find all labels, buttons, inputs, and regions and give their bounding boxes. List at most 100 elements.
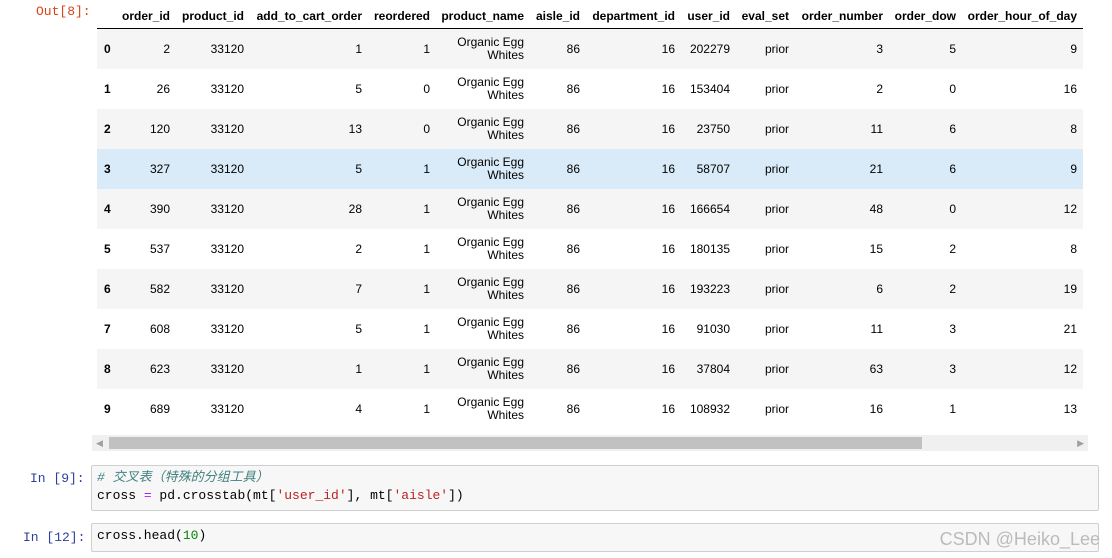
- table-row: 3 327 33120 5 1 Organic Egg Whites 86 16 58707 pri…: [97, 149, 1083, 189]
- table-cell: prior: [764, 81, 789, 96]
- table-cell: 58707: [681, 149, 736, 189]
- code-token: cross.head(: [97, 528, 183, 543]
- table-cell: 33120: [176, 149, 250, 189]
- table-cell: 37804: [681, 349, 736, 389]
- code-comment: # 交叉表（特殊的分组工具）: [97, 470, 269, 485]
- table-cell: 608: [149, 321, 170, 336]
- table-cell: 120: [117, 109, 176, 149]
- table-cell: 33120: [210, 401, 244, 416]
- output-prompt: Out[8]:: [36, 4, 91, 19]
- table-row: 1 26 33120 5 0 Organic Egg Whites 86 16 153404 pri…: [97, 69, 1083, 109]
- table-cell: 3: [795, 28, 889, 69]
- table-cell: 3: [889, 349, 962, 389]
- table-cell: 33120: [176, 28, 250, 69]
- dataframe-output: order_id product_id add_to_cart_order reord…: [97, 3, 1088, 433]
- table-cell: 13: [250, 109, 368, 149]
- table-cell: 2: [889, 269, 962, 309]
- table-cell: 9: [962, 149, 1083, 189]
- table-cell: 5: [355, 321, 362, 336]
- table-row: 4 390 33120 28 1 Organic Egg Whites 86 16 166654 p…: [97, 189, 1083, 229]
- row-index: 1: [104, 81, 111, 96]
- table-row: 8 623 33120 1 1 Organic Egg Whites 86 16 37804 pri…: [97, 349, 1083, 389]
- table-cell: prior: [736, 189, 795, 229]
- table-cell: Organic Egg Whites: [457, 75, 524, 102]
- table-cell: 86: [530, 109, 586, 149]
- code-token: ]): [448, 488, 464, 503]
- table-cell: 390: [117, 189, 176, 229]
- table-cell: 86: [530, 269, 586, 309]
- table-cell: prior: [764, 241, 789, 256]
- table-cell: 16: [586, 28, 681, 69]
- table-cell: 5: [889, 28, 962, 69]
- table-row: 0 2 33120 1 1 Organic Egg Whites 86 16 202279 prio…: [97, 28, 1083, 69]
- column-header: order_number: [795, 3, 889, 29]
- table-cell: 33120: [176, 189, 250, 229]
- table-cell: 3: [949, 321, 956, 336]
- row-index: 8: [97, 349, 117, 389]
- table-cell: 33120: [176, 109, 250, 149]
- table-cell: 537: [149, 241, 170, 256]
- code-operator: =: [143, 488, 152, 503]
- code-token: ): [198, 528, 207, 543]
- table-cell: Organic Egg Whites: [436, 349, 530, 389]
- table-cell: 6: [889, 109, 962, 149]
- table-cell: 16: [661, 81, 675, 96]
- table-cell: Organic Egg Whites: [436, 189, 530, 229]
- table-cell: 23750: [681, 109, 736, 149]
- table-cell: 33120: [176, 269, 250, 309]
- table-cell: 1: [949, 401, 956, 416]
- table-cell: 16: [586, 269, 681, 309]
- table-cell: 33120: [176, 349, 250, 389]
- code-cell-9[interactable]: # 交叉表（特殊的分组工具） cross = pd.crosstab(mt['u…: [91, 465, 1099, 511]
- table-cell: 86: [566, 81, 580, 96]
- column-header: aisle_id: [530, 3, 586, 29]
- cell-9-prompt: In [9]:: [30, 471, 85, 486]
- table-cell: 86: [530, 149, 586, 189]
- table-cell: 180135: [689, 241, 730, 256]
- table-cell: 28: [250, 189, 368, 229]
- table-cell: prior: [736, 109, 795, 149]
- scroll-right-arrow-icon[interactable]: ▶: [1077, 438, 1084, 449]
- table-cell: Organic Egg Whites: [436, 28, 530, 69]
- scroll-left-arrow-icon[interactable]: ◀: [96, 438, 103, 449]
- scrollbar-thumb[interactable]: [109, 437, 922, 449]
- table-cell: 91030: [696, 321, 730, 336]
- table-cell: 4: [355, 401, 362, 416]
- row-index: 6: [97, 269, 117, 309]
- table-cell: 15: [869, 241, 883, 256]
- row-index: 3: [97, 149, 117, 189]
- table-cell: prior: [736, 349, 795, 389]
- table-cell: 1: [368, 28, 436, 69]
- dataframe-table: order_id product_id add_to_cart_order reord…: [97, 3, 1083, 429]
- column-header: add_to_cart_order: [250, 3, 368, 29]
- table-cell: Organic Egg Whites: [457, 315, 524, 342]
- table-cell: 153404: [689, 81, 730, 96]
- table-cell: 7: [250, 269, 368, 309]
- code-token: pd.crosstab(mt[: [151, 488, 277, 503]
- table-cell: 623: [117, 349, 176, 389]
- horizontal-scrollbar[interactable]: ◀ ▶: [92, 435, 1088, 451]
- table-cell: 13: [1063, 401, 1077, 416]
- table-cell: 0: [889, 189, 962, 229]
- table-cell: 86: [530, 189, 586, 229]
- table-cell: 21: [795, 149, 889, 189]
- table-cell: 8: [962, 109, 1083, 149]
- table-cell: 327: [117, 149, 176, 189]
- table-cell: 1: [368, 269, 436, 309]
- table-header-row: order_id product_id add_to_cart_order reord…: [97, 3, 1083, 29]
- cell-12-prompt: In [12]:: [23, 530, 86, 545]
- table-cell: 11: [870, 321, 883, 336]
- table-cell: 86: [566, 401, 580, 416]
- table-cell: 1: [368, 189, 436, 229]
- table-row: 5 537 33120 2 1 Organic Egg Whites 86 16 180135 pr…: [97, 229, 1083, 269]
- column-header: eval_set: [736, 3, 795, 29]
- table-cell: 9: [962, 28, 1083, 69]
- table-cell: 16: [661, 241, 675, 256]
- table-cell: 1: [423, 241, 430, 256]
- table-cell: 16: [586, 189, 681, 229]
- table-cell: 1: [250, 349, 368, 389]
- table-cell: Organic Egg Whites: [457, 235, 524, 262]
- table-cell: 2: [355, 241, 362, 256]
- table-cell: 1: [423, 401, 430, 416]
- table-cell: 86: [530, 349, 586, 389]
